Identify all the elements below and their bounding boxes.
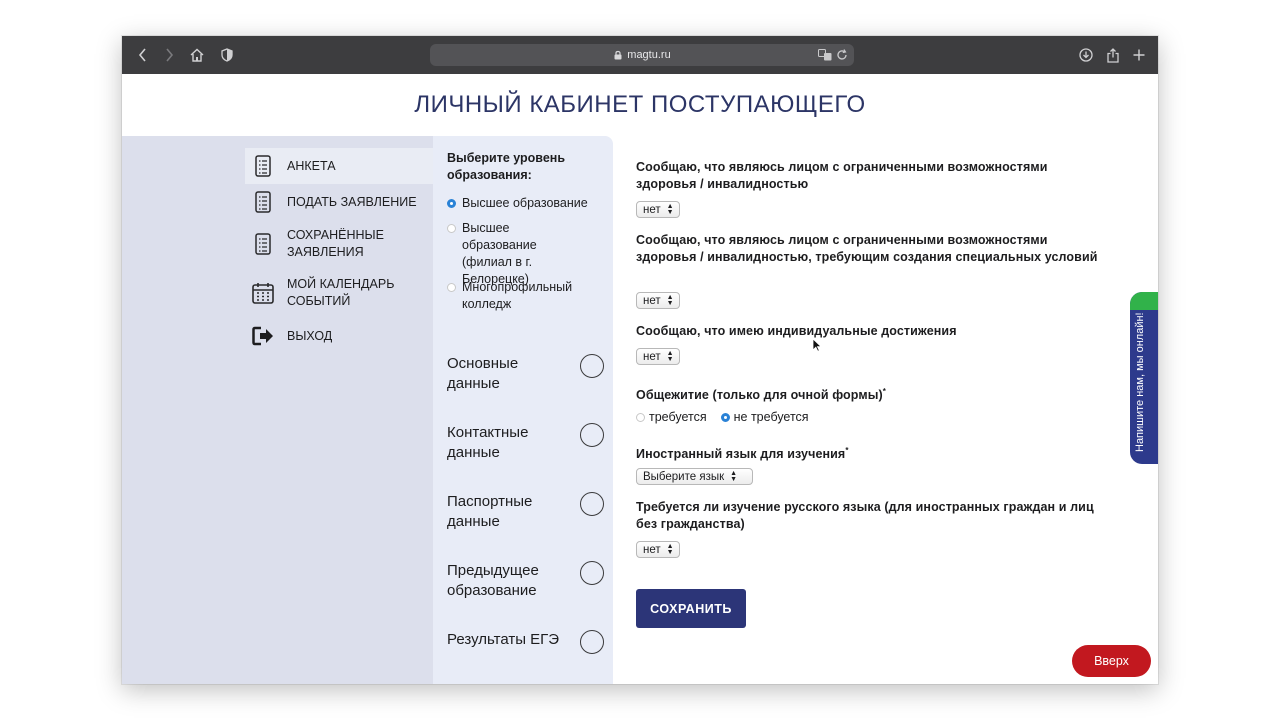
- disability-select[interactable]: нет ▲ ▼: [636, 201, 680, 218]
- browser-window: magtu.ru ЛИЧНЫЙ КАБИНЕТ ПОСТУПАЮЩЕГО АНК…: [122, 36, 1158, 684]
- select-arrows-icon: ▲ ▼: [666, 202, 674, 216]
- status-circle-icon: [580, 354, 604, 378]
- education-panel: Выберите уровень образования: Высшее обр…: [433, 136, 613, 684]
- save-button[interactable]: СОХРАНИТЬ: [636, 589, 746, 628]
- calendar-icon: [251, 281, 275, 305]
- option-label: Многопрофильный колледж: [462, 280, 573, 311]
- translate-icon[interactable]: [818, 47, 832, 63]
- sidebar-item-label: СОХРАНЁННЫЕ ЗАЯВЛЕНИЯ: [287, 228, 384, 259]
- questionnaire-form: Сообщаю, что являюсь лицом с ограниченны…: [636, 136, 1116, 684]
- section-previous-education[interactable]: Предыдущее образование: [447, 561, 607, 605]
- status-circle-icon: [580, 423, 604, 447]
- download-icon[interactable]: [1075, 36, 1097, 74]
- privacy-shield-icon[interactable]: [216, 36, 238, 74]
- document-list-icon: [251, 190, 275, 214]
- mouse-cursor-icon: [812, 338, 822, 352]
- section-ege-results[interactable]: Результаты ЕГЭ: [447, 630, 607, 674]
- dormitory-question: Общежитие (только для очной формы)*: [636, 383, 1106, 404]
- select-value: нет: [643, 543, 661, 556]
- chat-widget[interactable]: Напишите нам, мы онлайн!: [1130, 292, 1158, 464]
- sidebar-item-saved-applications[interactable]: СОХРАНЁННЫЕ ЗАЯВЛЕНИЯ: [245, 226, 433, 262]
- status-circle-icon: [580, 630, 604, 654]
- section-label: Основные данные: [447, 355, 519, 392]
- select-arrows-icon: ▲ ▼: [730, 469, 738, 483]
- sidebar-item-anketa[interactable]: АНКЕТА: [245, 148, 433, 184]
- radio-checked-icon[interactable]: [720, 412, 730, 422]
- section-passport-data[interactable]: Паспортные данные: [447, 492, 607, 536]
- browser-toolbar: magtu.ru: [122, 36, 1158, 74]
- option-label: требуется: [649, 410, 707, 424]
- russian-language-select[interactable]: нет ▲ ▼: [636, 541, 680, 558]
- sidebar-item-label: АНКЕТА: [287, 158, 336, 173]
- russian-language-question: Требуется ли изучение русского языка (дл…: [636, 500, 1094, 531]
- special-conditions-select[interactable]: нет ▲ ▼: [636, 292, 680, 309]
- sidebar-item-label: ПОДАТЬ ЗАЯВЛЕНИЕ: [287, 194, 417, 209]
- document-list-icon: [251, 232, 275, 256]
- dorm-option-not-required[interactable]: не требуется: [720, 410, 809, 424]
- foreign-language-question: Иностранный язык для изучения*: [636, 442, 1106, 463]
- education-heading: Выберите уровень образования:: [447, 151, 566, 182]
- education-option-higher[interactable]: Высшее образование: [447, 195, 607, 212]
- sidebar-item-logout[interactable]: ВЫХОД: [245, 318, 433, 354]
- select-arrows-icon: ▲ ▼: [666, 293, 674, 307]
- new-tab-icon[interactable]: [1128, 36, 1150, 74]
- dormitory-radios: требуется не требуется: [636, 410, 823, 424]
- section-label: Контактные данные: [447, 424, 529, 461]
- foreign-language-select[interactable]: Выберите язык ▲ ▼: [636, 468, 753, 485]
- education-option-college[interactable]: Многопрофильный колледж: [447, 279, 607, 313]
- option-label: Высшее образование: [462, 196, 588, 210]
- dorm-option-required[interactable]: требуется: [636, 410, 707, 424]
- sidebar-item-label: МОЙ КАЛЕНДАРЬ СОБЫТИЙ: [287, 277, 395, 308]
- address-bar[interactable]: magtu.ru: [430, 44, 854, 66]
- select-arrows-icon: ▲ ▼: [666, 349, 674, 363]
- sidebar: АНКЕТА ПОДАТЬ ЗАЯВЛЕНИЕ СОХРАНЁННЫЕ ЗАЯВ…: [122, 136, 433, 684]
- sidebar-item-label: ВЫХОД: [287, 328, 333, 343]
- document-list-icon: [251, 154, 275, 178]
- select-arrows-icon: ▲ ▼: [666, 542, 674, 556]
- language-label: Иностранный язык для изучения: [636, 447, 846, 462]
- option-label: не требуется: [733, 410, 809, 424]
- sidebar-item-submit-application[interactable]: ПОДАТЬ ЗАЯВЛЕНИЕ: [245, 184, 433, 220]
- radio-unchecked-icon[interactable]: [636, 412, 645, 422]
- education-option-branch[interactable]: Высшее образование (филиал в г. Белорецк…: [447, 220, 607, 288]
- required-mark: *: [882, 387, 886, 396]
- special-conditions-question: Сообщаю, что являюсь лицом с ограниченны…: [636, 233, 1098, 264]
- url-text: magtu.ru: [627, 49, 671, 61]
- option-label: Высшее образование (филиал в г. Белорецк…: [462, 221, 537, 286]
- home-icon[interactable]: [186, 36, 208, 74]
- section-label: Результаты ЕГЭ: [447, 631, 560, 648]
- disability-question: Сообщаю, что являюсь лицом с ограниченны…: [636, 160, 1048, 191]
- forward-icon[interactable]: [158, 36, 180, 74]
- back-icon[interactable]: [132, 36, 154, 74]
- status-circle-icon: [580, 561, 604, 585]
- share-icon[interactable]: [1102, 36, 1124, 74]
- section-basic-data[interactable]: Основные данные: [447, 354, 607, 398]
- radio-unchecked-icon[interactable]: [447, 224, 456, 233]
- page-title: ЛИЧНЫЙ КАБИНЕТ ПОСТУПАЮЩЕГО: [414, 91, 866, 118]
- sidebar-item-calendar[interactable]: МОЙ КАЛЕНДАРЬ СОБЫТИЙ: [245, 275, 433, 311]
- status-circle-icon: [580, 492, 604, 516]
- achievements-select[interactable]: нет ▲ ▼: [636, 348, 680, 365]
- dormitory-label: Общежитие (только для очной формы): [636, 388, 883, 403]
- select-value: нет: [643, 294, 661, 307]
- radio-unchecked-icon[interactable]: [447, 283, 456, 292]
- lock-icon: [614, 50, 622, 60]
- logout-icon: [251, 324, 275, 348]
- radio-checked-icon[interactable]: [447, 199, 456, 208]
- section-label: Паспортные данные: [447, 493, 533, 530]
- section-contact-data[interactable]: Контактные данные: [447, 423, 607, 467]
- section-label: Предыдущее образование: [447, 562, 539, 599]
- chat-widget-label: Напишите нам, мы онлайн!: [1134, 312, 1146, 452]
- scroll-top-button[interactable]: Вверх: [1072, 645, 1151, 677]
- select-value: нет: [643, 350, 661, 363]
- select-value: Выберите язык: [643, 470, 725, 483]
- reload-icon[interactable]: [836, 47, 848, 63]
- achievements-question: Сообщаю, что имею индивидуальные достиже…: [636, 324, 957, 338]
- select-value: нет: [643, 203, 661, 216]
- required-mark: *: [845, 446, 849, 455]
